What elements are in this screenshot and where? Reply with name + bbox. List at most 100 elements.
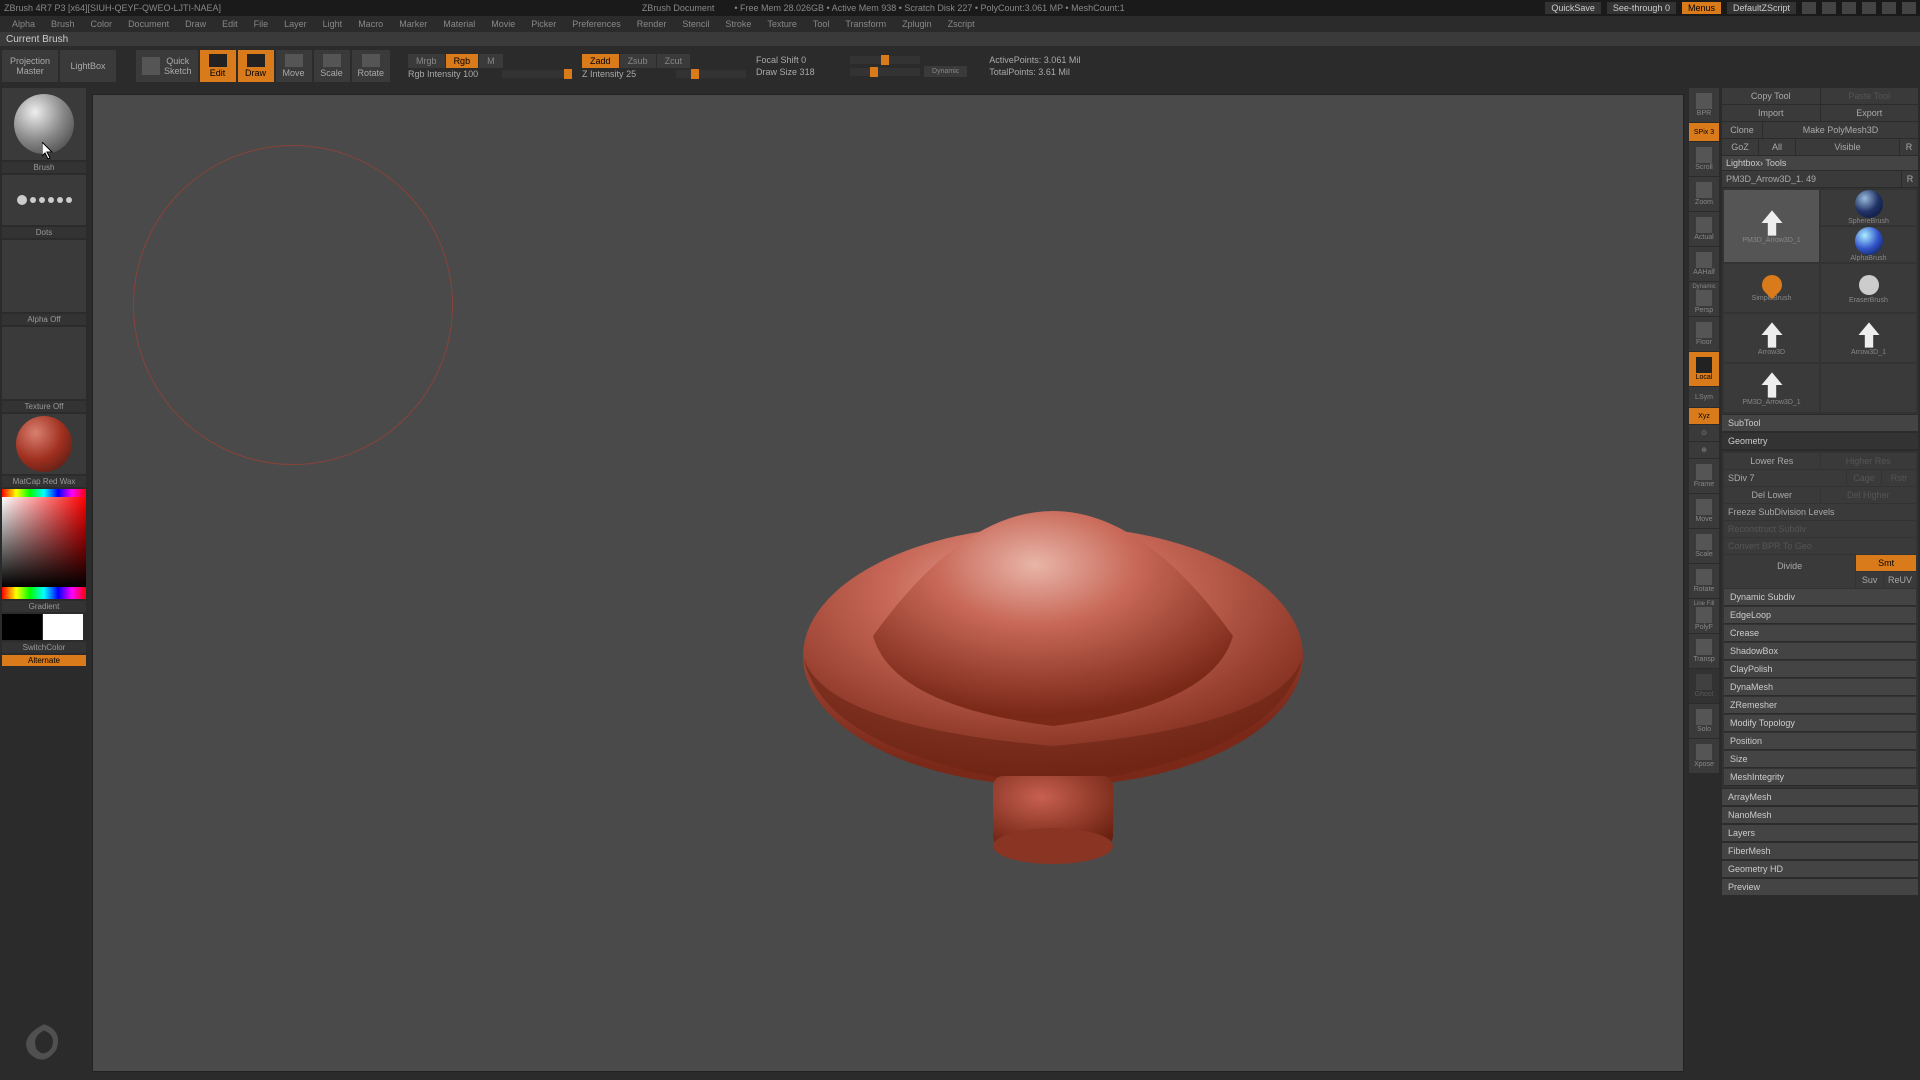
export-button[interactable]: Export xyxy=(1821,105,1919,121)
menu-alpha[interactable]: Alpha xyxy=(4,19,43,29)
frame-button[interactable]: Frame xyxy=(1689,459,1719,493)
section-fibermesh[interactable]: FiberMesh xyxy=(1722,843,1918,860)
section-preview[interactable]: Preview xyxy=(1722,879,1918,896)
polyf-button[interactable]: Line FillPolyF xyxy=(1689,599,1719,633)
lsym-button[interactable]: LSym xyxy=(1689,387,1719,407)
zsub-button[interactable]: Zsub xyxy=(620,54,656,68)
mesh-object[interactable] xyxy=(793,446,1313,876)
window-icon[interactable] xyxy=(1822,2,1836,14)
section-position[interactable]: Position xyxy=(1724,733,1916,750)
section-size[interactable]: Size xyxy=(1724,751,1916,768)
persp-button[interactable]: DynamicPersp xyxy=(1689,282,1719,316)
tool-current[interactable]: PM3D_Arrow3D_1 xyxy=(1724,190,1819,262)
subtool-section[interactable]: SubTool xyxy=(1722,415,1918,432)
section-shadowbox[interactable]: ShadowBox xyxy=(1724,643,1916,660)
tool-arrow3d-1[interactable]: Arrow3D_1 xyxy=(1821,314,1916,362)
menu-tool[interactable]: Tool xyxy=(805,19,838,29)
lightbox-button[interactable]: LightBox xyxy=(60,50,116,82)
brush-selector[interactable] xyxy=(2,88,86,160)
section-dynamic-subdiv[interactable]: Dynamic Subdiv xyxy=(1724,589,1916,606)
section-layers[interactable]: Layers xyxy=(1722,825,1918,842)
scale-view-button[interactable]: Scale xyxy=(1689,529,1719,563)
freeze-subdiv-button[interactable]: Freeze SubDivision Levels xyxy=(1724,504,1916,520)
zadd-button[interactable]: Zadd xyxy=(582,54,619,68)
color-picker[interactable] xyxy=(2,489,86,599)
rotate-view-button[interactable]: Rotate xyxy=(1689,564,1719,598)
lower-res-button[interactable]: Lower Res xyxy=(1724,453,1820,469)
goz-visible-button[interactable]: Visible xyxy=(1796,139,1899,155)
menus-button[interactable]: Menus xyxy=(1682,2,1721,14)
del-lower-button[interactable]: Del Lower xyxy=(1724,487,1820,503)
goz-r-button[interactable]: R xyxy=(1900,139,1918,155)
cage-button[interactable]: Cage xyxy=(1847,470,1881,486)
xpose-button[interactable]: Xpose xyxy=(1689,739,1719,773)
menu-marker[interactable]: Marker xyxy=(391,19,435,29)
alpha-selector[interactable] xyxy=(2,240,86,312)
minimize-icon[interactable] xyxy=(1862,2,1876,14)
section-geometry-hd[interactable]: Geometry HD xyxy=(1722,861,1918,878)
transp-button[interactable]: Transp xyxy=(1689,634,1719,668)
hue-bar[interactable] xyxy=(2,489,86,497)
floor-button[interactable]: Floor xyxy=(1689,317,1719,351)
tool-empty[interactable] xyxy=(1821,364,1916,412)
edit-mode-button[interactable]: Edit xyxy=(200,50,236,82)
draw-size-slider[interactable] xyxy=(850,68,920,76)
y-button[interactable]: ⊙ xyxy=(1689,425,1719,441)
tool-pm3d-arrow[interactable]: PM3D_Arrow3D_1 xyxy=(1724,364,1819,412)
smt-button[interactable]: Smt xyxy=(1856,555,1916,571)
actual-button[interactable]: Actual xyxy=(1689,212,1719,246)
tool-alphabrush[interactable]: AlphaBrush xyxy=(1821,227,1916,262)
m-button[interactable]: M xyxy=(479,54,503,68)
zoom-button[interactable]: Zoom xyxy=(1689,177,1719,211)
tool-spherebrush[interactable]: SphereBrush xyxy=(1821,190,1916,225)
goz-button[interactable]: GoZ xyxy=(1722,139,1758,155)
menu-file[interactable]: File xyxy=(246,19,277,29)
del-higher-button[interactable]: Del Higher xyxy=(1821,487,1917,503)
menu-macro[interactable]: Macro xyxy=(350,19,391,29)
window-icon[interactable] xyxy=(1802,2,1816,14)
tool-simplebrush[interactable]: SimpleBrush xyxy=(1724,264,1819,312)
primary-color[interactable] xyxy=(43,614,83,640)
menu-zplugin[interactable]: Zplugin xyxy=(894,19,940,29)
import-button[interactable]: Import xyxy=(1722,105,1820,121)
close-icon[interactable] xyxy=(1902,2,1916,14)
tool-name-field[interactable]: PM3D_Arrow3D_1. 49 xyxy=(1722,171,1901,187)
local-button[interactable]: Local xyxy=(1689,352,1719,386)
maximize-icon[interactable] xyxy=(1882,2,1896,14)
section-dynamesh[interactable]: DynaMesh xyxy=(1724,679,1916,696)
section-edgeloop[interactable]: EdgeLoop xyxy=(1724,607,1916,624)
geometry-section[interactable]: Geometry xyxy=(1722,433,1918,450)
copy-tool-button[interactable]: Copy Tool xyxy=(1722,88,1820,104)
menu-transform[interactable]: Transform xyxy=(837,19,894,29)
goz-all-button[interactable]: All xyxy=(1759,139,1795,155)
section-meshintegrity[interactable]: MeshIntegrity xyxy=(1724,769,1916,786)
xyz-button[interactable]: Xyz xyxy=(1689,408,1719,424)
section-crease[interactable]: Crease xyxy=(1724,625,1916,642)
rgb-intensity-slider[interactable] xyxy=(502,70,572,78)
z-intensity-slider[interactable] xyxy=(676,70,746,78)
section-zremesher[interactable]: ZRemesher xyxy=(1724,697,1916,714)
menu-draw[interactable]: Draw xyxy=(177,19,214,29)
switchcolor-button[interactable]: SwitchColor xyxy=(2,642,86,653)
menu-brush[interactable]: Brush xyxy=(43,19,83,29)
lightbox-tools-header[interactable]: Lightbox› Tools xyxy=(1722,156,1918,170)
stroke-selector[interactable] xyxy=(2,175,86,225)
aahalf-button[interactable]: AAHalf xyxy=(1689,247,1719,281)
tool-arrow3d[interactable]: Arrow3D xyxy=(1724,314,1819,362)
sdiv-slider[interactable]: SDiv 7 xyxy=(1724,470,1846,486)
dynamic-button[interactable]: Dynamic xyxy=(924,66,967,77)
menu-material[interactable]: Material xyxy=(435,19,483,29)
solo-button[interactable]: Solo xyxy=(1689,704,1719,738)
zcut-button[interactable]: Zcut xyxy=(657,54,691,68)
menu-movie[interactable]: Movie xyxy=(483,19,523,29)
seethrough-toggle[interactable]: See-through 0 xyxy=(1607,2,1676,14)
alternate-button[interactable]: Alternate xyxy=(2,655,86,666)
paste-tool-button[interactable]: Paste Tool xyxy=(1821,88,1919,104)
menu-layer[interactable]: Layer xyxy=(276,19,315,29)
quicksave-button[interactable]: QuickSave xyxy=(1545,2,1601,14)
section-modify-topology[interactable]: Modify Topology xyxy=(1724,715,1916,732)
section-arraymesh[interactable]: ArrayMesh xyxy=(1722,789,1918,806)
higher-res-button[interactable]: Higher Res xyxy=(1821,453,1917,469)
divide-button[interactable]: Divide xyxy=(1724,555,1855,588)
focal-shift-slider[interactable] xyxy=(850,56,920,64)
